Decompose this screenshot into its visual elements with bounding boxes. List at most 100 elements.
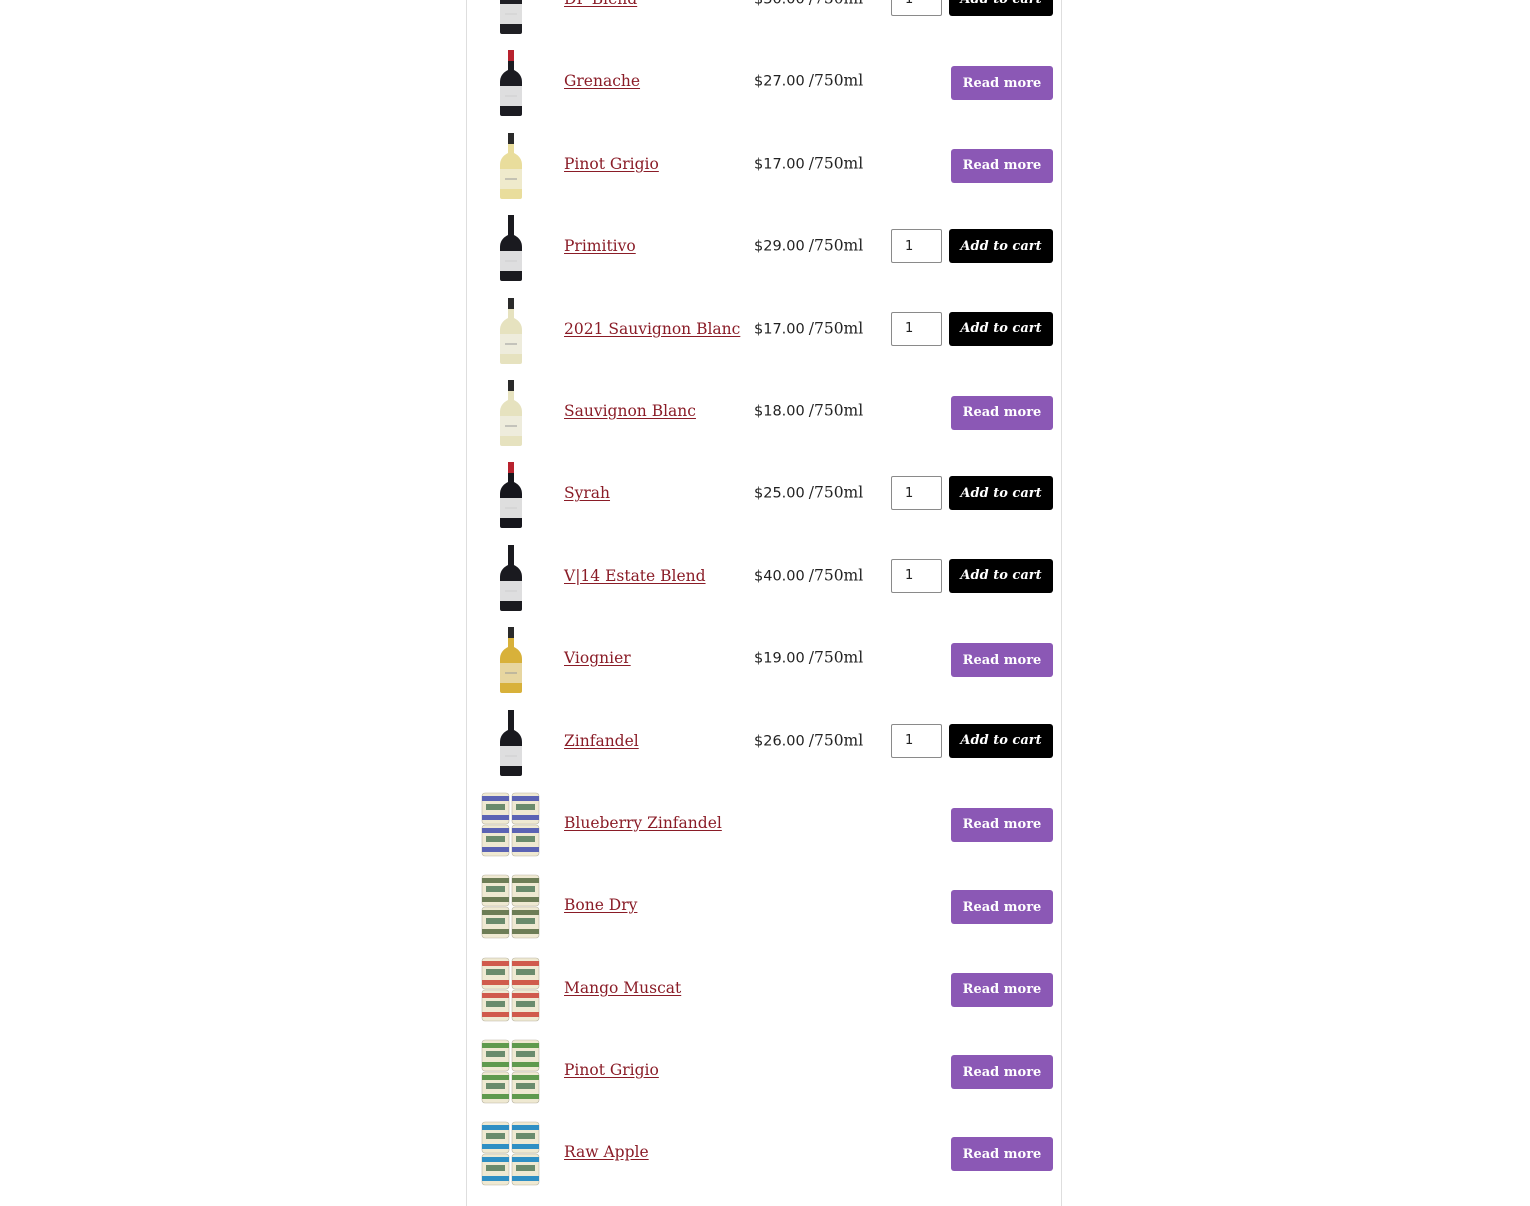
product-row: DP Blend $30.00 /750ml Add to cart <box>467 0 1063 41</box>
product-thumbnail[interactable] <box>481 792 541 858</box>
product-row: Syrah $25.00 /750ml Add to cart <box>467 453 1063 535</box>
price-unit: /750ml <box>808 483 864 502</box>
product-row: Bone Dry Read more <box>467 865 1063 947</box>
product-thumbnail[interactable] <box>481 50 541 117</box>
read-more-button[interactable]: Read more <box>951 148 1053 183</box>
product-row: Viognier $19.00 /750ml Read more <box>467 618 1063 700</box>
wine-can-pack-icon <box>481 1122 540 1186</box>
product-row: Sauvignon Blanc $18.00 /750ml Read more <box>467 371 1063 453</box>
product-price: $17.00 /750ml <box>754 319 863 338</box>
product-price: $26.00 /750ml <box>754 731 863 750</box>
read-more-button[interactable]: Read more <box>951 66 1053 101</box>
product-list-panel: DP Blend $30.00 /750ml Add to cart Grena… <box>466 0 1062 1206</box>
product-price: $30.00 /750ml <box>754 0 863 9</box>
price-amount: $27.00 <box>754 73 805 90</box>
add-to-cart-button[interactable]: Add to cart <box>949 229 1053 264</box>
product-thumbnail[interactable] <box>481 297 541 364</box>
product-row: Primitivo $29.00 /750ml Add to cart <box>467 206 1063 288</box>
product-row: Pinot Grigio $17.00 /750ml Read more <box>467 124 1063 206</box>
read-more-button[interactable]: Read more <box>951 890 1053 925</box>
product-thumbnail[interactable] <box>481 215 541 282</box>
wine-can-pack-icon <box>481 792 540 857</box>
wine-bottle-icon <box>500 709 522 776</box>
read-more-button[interactable]: Read more <box>951 1055 1053 1090</box>
read-more-button[interactable]: Read more <box>951 643 1053 678</box>
add-to-cart-button[interactable]: Add to cart <box>949 0 1053 16</box>
price-amount: $30.00 <box>754 0 805 8</box>
product-row: V|14 Estate Blend $40.00 /750ml Add to c… <box>467 536 1063 618</box>
price-amount: $26.00 <box>754 733 805 750</box>
wine-bottle-icon <box>500 544 522 611</box>
read-more-button[interactable]: Read more <box>951 972 1053 1007</box>
wine-bottle-icon <box>500 215 522 282</box>
product-thumbnail[interactable] <box>481 1121 541 1187</box>
product-price: $40.00 /750ml <box>754 566 863 585</box>
price-unit: /750ml <box>808 154 864 173</box>
product-thumbnail[interactable] <box>481 379 541 446</box>
product-thumbnail[interactable] <box>481 709 541 776</box>
add-to-cart-button[interactable]: Add to cart <box>949 558 1053 593</box>
price-amount: $29.00 <box>754 238 805 255</box>
product-name-link[interactable]: Mango Muscat <box>564 979 681 997</box>
product-thumbnail[interactable] <box>481 957 541 1023</box>
product-price: $18.00 /750ml <box>754 401 863 420</box>
add-to-cart-button[interactable]: Add to cart <box>949 476 1053 511</box>
product-row: Zinfandel $26.00 /750ml Add to cart <box>467 701 1063 783</box>
product-thumbnail[interactable] <box>481 874 541 940</box>
quantity-input[interactable] <box>891 558 942 593</box>
wine-bottle-icon <box>500 379 522 446</box>
product-thumbnail[interactable] <box>481 1039 541 1105</box>
price-unit: /750ml <box>808 731 864 750</box>
price-unit: /750ml <box>808 71 864 90</box>
product-thumbnail[interactable] <box>481 544 541 611</box>
product-name-link[interactable]: Grenache <box>564 72 640 90</box>
quantity-input[interactable] <box>891 311 942 346</box>
quantity-input[interactable] <box>891 723 942 758</box>
wine-bottle-icon <box>500 627 522 694</box>
price-amount: $25.00 <box>754 485 805 502</box>
quantity-input[interactable] <box>891 476 942 511</box>
quantity-input[interactable] <box>891 229 942 264</box>
price-amount: $19.00 <box>754 650 805 667</box>
product-price: $19.00 /750ml <box>754 649 863 668</box>
read-more-button[interactable]: Read more <box>951 1137 1053 1172</box>
product-name-link[interactable]: Syrah <box>564 484 610 502</box>
wine-can-pack-icon <box>481 957 540 1021</box>
price-amount: $17.00 <box>754 321 805 338</box>
product-price: $27.00 /750ml <box>754 72 863 91</box>
product-name-link[interactable]: Primitivo <box>564 237 636 255</box>
product-name-link[interactable]: Raw Apple <box>564 1143 649 1161</box>
read-more-button[interactable]: Read more <box>951 807 1053 842</box>
wine-bottle-icon <box>500 462 522 529</box>
product-name-link[interactable]: V|14 Estate Blend <box>564 567 706 585</box>
add-to-cart-button[interactable]: Add to cart <box>949 311 1053 346</box>
price-unit: /750ml <box>808 401 864 420</box>
wine-can-pack-icon <box>481 1039 540 1104</box>
wine-bottle-icon <box>500 0 522 34</box>
product-thumbnail[interactable] <box>481 462 541 529</box>
product-name-link[interactable]: DP Blend <box>564 0 637 8</box>
product-thumbnail[interactable] <box>481 132 541 199</box>
price-amount: $18.00 <box>754 403 805 420</box>
product-thumbnail[interactable] <box>481 0 541 34</box>
read-more-button[interactable]: Read more <box>951 395 1053 430</box>
product-row: Blueberry Zinfandel Read more <box>467 783 1063 865</box>
product-name-link[interactable]: Bone Dry <box>564 896 637 914</box>
product-name-link[interactable]: Zinfandel <box>564 732 639 750</box>
product-row: 2021 Sauvignon Blanc $17.00 /750ml Add t… <box>467 289 1063 371</box>
product-thumbnail[interactable] <box>481 627 541 694</box>
product-price: $29.00 /750ml <box>754 237 863 256</box>
product-price: $17.00 /750ml <box>754 154 863 173</box>
product-name-link[interactable]: Blueberry Zinfandel <box>564 814 722 832</box>
product-name-link[interactable]: 2021 Sauvignon Blanc <box>564 320 740 338</box>
price-unit: /750ml <box>809 0 863 8</box>
product-name-link[interactable]: Sauvignon Blanc <box>564 402 696 420</box>
product-name-link[interactable]: Pinot Grigio <box>564 155 659 173</box>
product-row: Grenache $27.00 /750ml Read more <box>467 41 1063 123</box>
product-name-link[interactable]: Pinot Grigio <box>564 1061 659 1079</box>
product-name-link[interactable]: Viognier <box>564 649 631 667</box>
wine-bottle-icon <box>500 50 522 117</box>
quantity-input[interactable] <box>891 0 942 16</box>
add-to-cart-button[interactable]: Add to cart <box>949 723 1053 758</box>
wine-can-pack-icon <box>481 874 540 939</box>
